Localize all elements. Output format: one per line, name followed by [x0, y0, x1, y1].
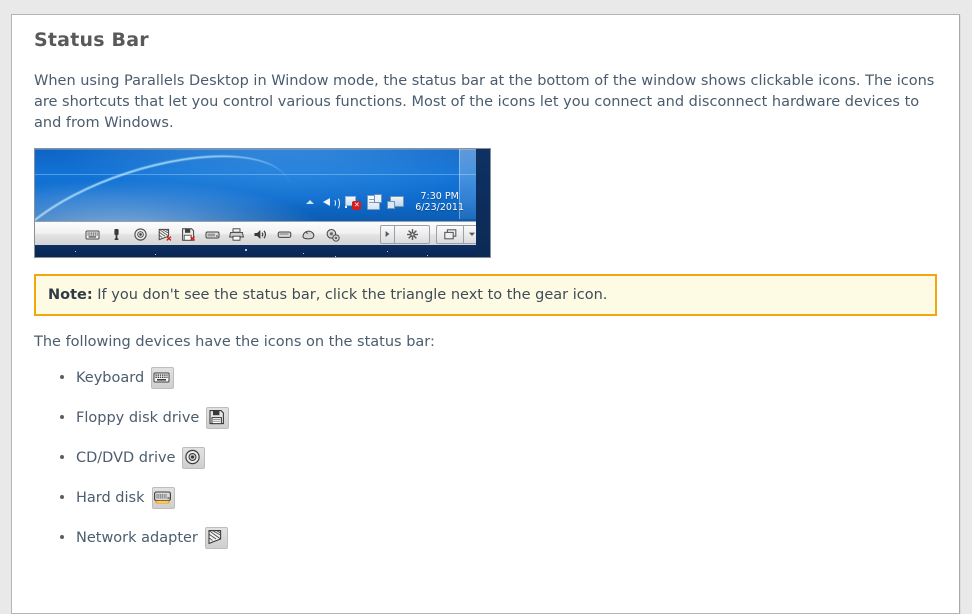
settings-cog-icon[interactable]	[325, 227, 340, 242]
document-content: Status Bar When using Parallels Desktop …	[12, 15, 959, 549]
cd-dvd-drive-icon[interactable]	[133, 227, 148, 242]
gear-button[interactable]	[394, 224, 430, 244]
status-bar-icon-group	[85, 227, 340, 242]
triangle-button[interactable]	[380, 224, 394, 244]
clock-date: 6/23/2011	[415, 202, 464, 213]
show-hidden-icons-caret-icon[interactable]	[306, 200, 315, 204]
action-center-flag-icon[interactable]	[367, 194, 383, 210]
desktop-right-band	[476, 149, 490, 257]
device-label: Hard disk	[76, 490, 145, 506]
list-item: Keyboard	[60, 367, 937, 389]
shared-folders-icon[interactable]	[277, 227, 292, 242]
intro-paragraph: When using Parallels Desktop in Window m…	[34, 73, 935, 131]
floppy-disk-drive-icon[interactable]	[181, 227, 196, 242]
list-item: CD/DVD drive	[60, 447, 937, 469]
device-label: CD/DVD drive	[76, 450, 176, 466]
device-label: Network adapter	[76, 530, 198, 546]
window-top-edge	[35, 149, 490, 150]
parallels-status-bar	[35, 221, 490, 247]
status-bar-screenshot-image: ✕ 7:30 PM 6/23/2011	[34, 148, 491, 258]
note-label: Note:	[48, 287, 93, 303]
keyboard-icon	[151, 367, 175, 389]
cd-dvd-icon	[182, 447, 206, 469]
list-item: Network adapter	[60, 527, 937, 549]
keyboard-icon[interactable]	[85, 227, 100, 242]
status-bar-buttons	[380, 224, 480, 244]
hard-disk-icon	[151, 487, 175, 509]
network-adapter-icon	[204, 527, 228, 549]
parallels-tools-icon[interactable]	[387, 195, 405, 209]
volume-speaker-icon[interactable]	[323, 195, 341, 210]
floppy-disk-icon	[206, 407, 230, 429]
note-text: If you don't see the status bar, click t…	[97, 287, 608, 303]
printer-icon[interactable]	[229, 227, 244, 242]
tray-clock[interactable]: 7:30 PM 6/23/2011	[415, 191, 464, 214]
device-label: Keyboard	[76, 370, 145, 386]
network-adapter-disconnected-icon[interactable]	[157, 227, 172, 242]
device-list: Keyboard Floppy disk drive CD/DVD drive …	[34, 367, 937, 549]
note-box: Note: If you don't see the status bar, c…	[34, 274, 937, 316]
view-mode-button[interactable]	[436, 224, 463, 244]
list-intro-paragraph: The following devices have the icons on …	[34, 334, 435, 350]
network-disconnected-icon[interactable]: ✕	[345, 195, 362, 210]
usb-icon[interactable]	[109, 227, 124, 242]
hard-disk-icon[interactable]	[205, 227, 220, 242]
window-divider-line	[35, 174, 490, 175]
clock-time: 7:30 PM	[420, 190, 459, 202]
device-label: Floppy disk drive	[76, 410, 200, 426]
list-item: Hard disk	[60, 487, 937, 509]
desktop-wallpaper-bottom	[35, 245, 490, 257]
page-title: Status Bar	[34, 29, 149, 51]
windows-system-tray: ✕ 7:30 PM 6/23/2011	[306, 187, 464, 217]
document-page: Status Bar When using Parallels Desktop …	[11, 14, 960, 614]
sound-icon[interactable]	[253, 227, 268, 242]
list-item: Floppy disk drive	[60, 407, 937, 429]
clipboard-icon[interactable]	[301, 227, 316, 242]
